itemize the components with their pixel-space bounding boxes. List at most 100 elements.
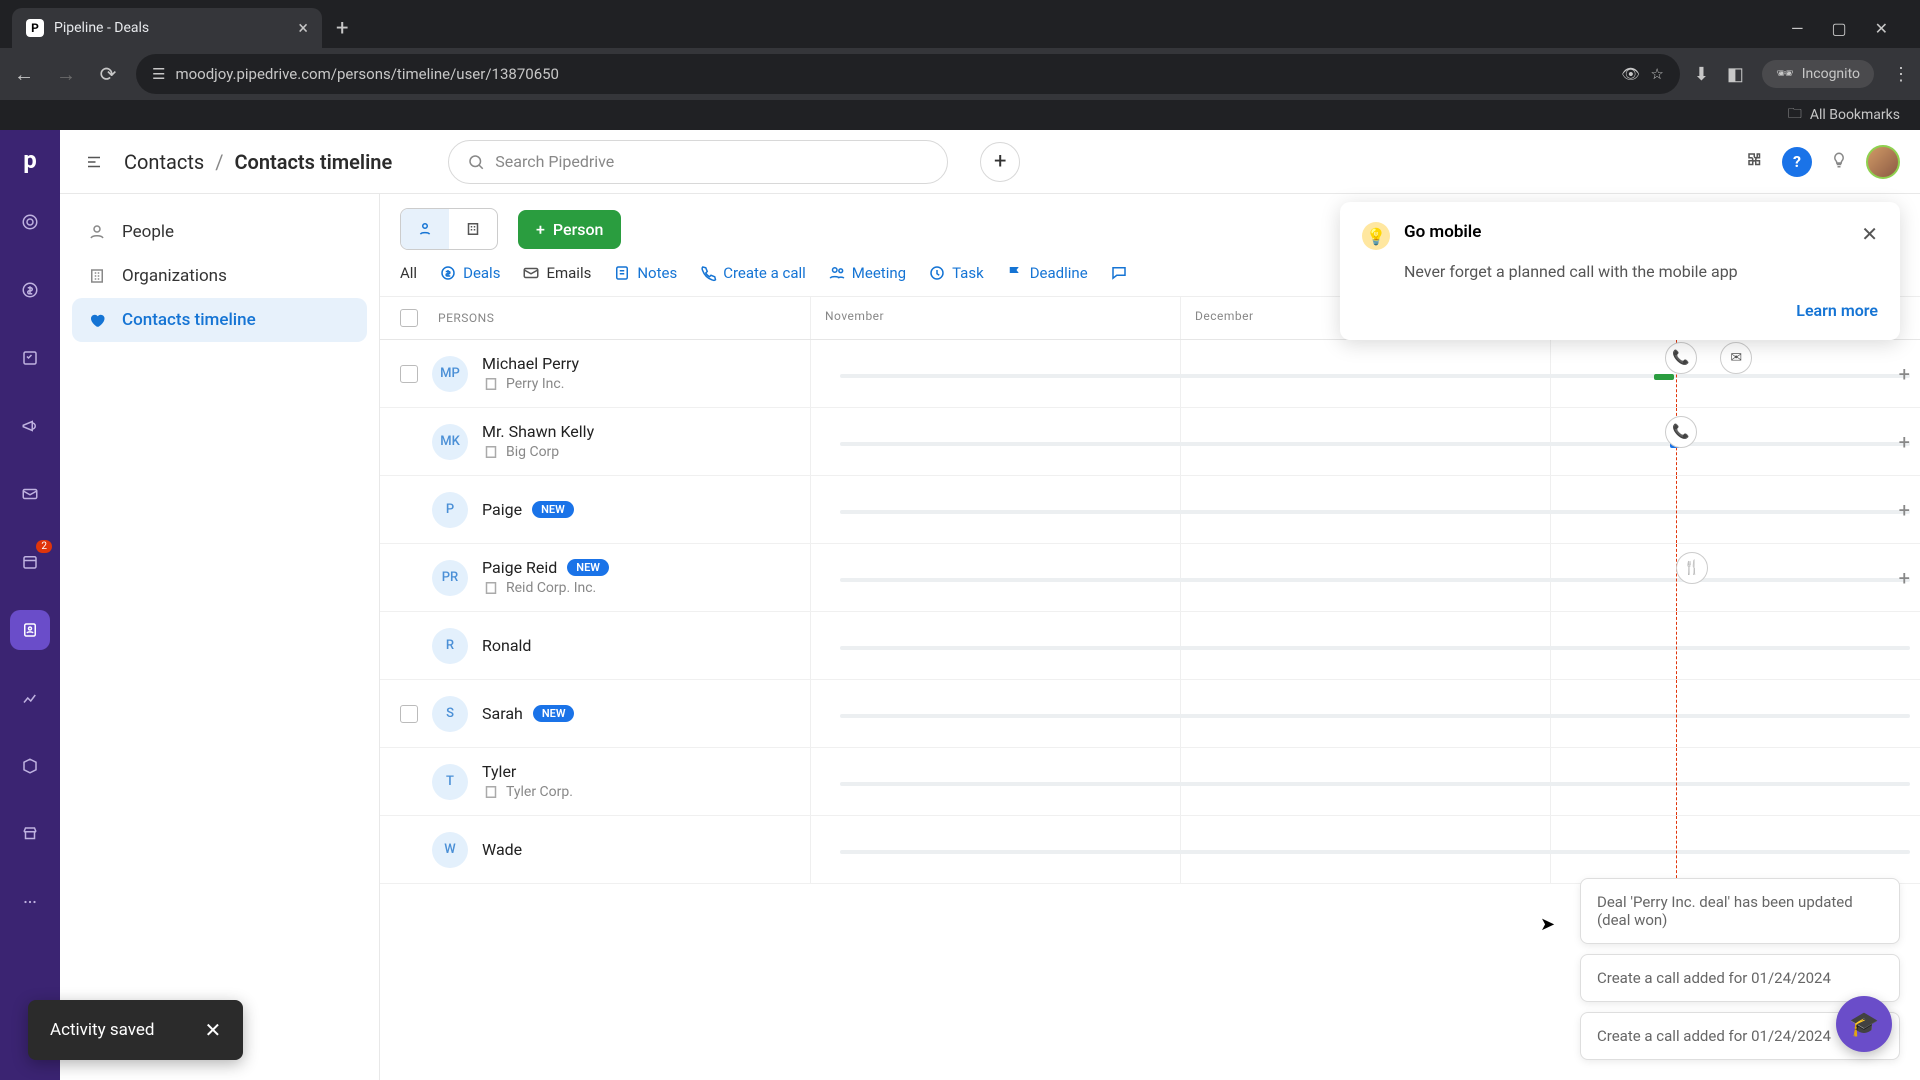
quick-add-button[interactable]: +: [980, 142, 1020, 182]
notification-toast[interactable]: Deal 'Perry Inc. deal' has been updated …: [1580, 878, 1900, 944]
promo-learn-more-link[interactable]: Learn more: [1362, 301, 1878, 320]
close-tab-icon[interactable]: ×: [298, 18, 308, 39]
person-name[interactable]: PaigeNEW: [482, 500, 574, 519]
person-timeline[interactable]: 🍴+: [810, 544, 1920, 611]
close-icon[interactable]: ✕: [205, 1018, 222, 1042]
back-button[interactable]: ←: [10, 60, 38, 88]
reload-button[interactable]: ⟳: [94, 60, 122, 88]
rail-contacts-icon[interactable]: [10, 610, 50, 650]
filter-emails[interactable]: Emails: [522, 264, 591, 282]
filter-deals[interactable]: Deals: [439, 264, 500, 282]
tab-title: Pipeline - Deals: [54, 20, 288, 36]
person-timeline[interactable]: [810, 612, 1920, 679]
close-window-icon[interactable]: ✕: [1875, 19, 1888, 38]
extensions-icon[interactable]: [1746, 151, 1764, 173]
person-timeline[interactable]: +: [810, 476, 1920, 543]
notification-toast[interactable]: Create a call added for 01/24/2024: [1580, 954, 1900, 1002]
person-name[interactable]: Tyler: [482, 762, 573, 781]
incognito-chip[interactable]: 🕶 Incognito: [1762, 60, 1874, 88]
filter-task[interactable]: Task: [928, 264, 984, 282]
rail-target-icon[interactable]: [10, 202, 50, 242]
rail-calendar-icon[interactable]: 2: [10, 542, 50, 582]
filter-meeting[interactable]: Meeting: [828, 264, 906, 282]
person-row[interactable]: TTylerTyler Corp.: [380, 748, 1920, 816]
person-row[interactable]: RRonald: [380, 612, 1920, 680]
side-panel-icon[interactable]: ◧: [1727, 64, 1744, 85]
person-row[interactable]: PRPaige ReidNEWReid Corp. Inc.🍴+: [380, 544, 1920, 612]
today-marker: [1676, 816, 1677, 883]
incognito-icon: 🕶: [1776, 66, 1794, 82]
rail-megaphone-icon[interactable]: [10, 406, 50, 446]
view-person-button[interactable]: [401, 209, 449, 249]
row-checkbox[interactable]: [400, 705, 418, 723]
search-input[interactable]: Search Pipedrive: [448, 140, 948, 184]
user-avatar[interactable]: [1866, 145, 1900, 179]
add-activity-button[interactable]: +: [1899, 566, 1910, 590]
person-row[interactable]: SSarahNEW: [380, 680, 1920, 748]
breadcrumb-root[interactable]: Contacts: [124, 150, 204, 174]
all-bookmarks-button[interactable]: All Bookmarks: [1810, 107, 1900, 123]
activity-marker[interactable]: 🍴: [1676, 552, 1708, 584]
filter-all[interactable]: All: [400, 264, 417, 282]
person-name[interactable]: Ronald: [482, 636, 531, 655]
person-row[interactable]: WWade: [380, 816, 1920, 884]
site-settings-icon[interactable]: ☰: [152, 65, 165, 83]
filter-more[interactable]: [1110, 264, 1128, 282]
person-row[interactable]: MKMr. Shawn KellyBig Corp📞+: [380, 408, 1920, 476]
person-timeline[interactable]: [810, 816, 1920, 883]
person-name[interactable]: Mr. Shawn Kelly: [482, 422, 594, 441]
select-all-checkbox[interactable]: [400, 309, 418, 327]
person-timeline[interactable]: [810, 748, 1920, 815]
add-activity-button[interactable]: +: [1899, 430, 1910, 454]
bulb-icon[interactable]: [1830, 151, 1848, 173]
close-icon[interactable]: ✕: [1861, 222, 1878, 246]
add-activity-button[interactable]: +: [1899, 498, 1910, 522]
collapse-sidebar-icon[interactable]: [80, 148, 108, 176]
person-timeline[interactable]: [810, 680, 1920, 747]
tab-bar: P Pipeline - Deals × + — ▢ ✕: [0, 0, 1920, 48]
sidebar-item-label: Contacts timeline: [122, 310, 256, 330]
sidebar-item-timeline[interactable]: Contacts timeline: [72, 298, 367, 342]
activity-marker[interactable]: 📞: [1665, 342, 1697, 374]
view-org-button[interactable]: [449, 209, 497, 249]
person-name[interactable]: Michael Perry: [482, 354, 579, 373]
person-timeline[interactable]: 📞 ✉ +: [810, 340, 1920, 407]
person-row[interactable]: MPMichael PerryPerry Inc.📞✉+: [380, 340, 1920, 408]
person-timeline[interactable]: 📞+: [810, 408, 1920, 475]
activity-marker[interactable]: 📞: [1665, 416, 1697, 448]
menu-icon[interactable]: ⋮: [1892, 64, 1910, 85]
sidebar-item-organizations[interactable]: Organizations: [72, 254, 367, 298]
rail-dollar-icon[interactable]: [10, 270, 50, 310]
filter-deadline[interactable]: Deadline: [1006, 264, 1088, 282]
add-person-button[interactable]: + Person: [518, 210, 621, 249]
logo-icon[interactable]: p: [23, 146, 37, 174]
star-icon[interactable]: ☆: [1650, 65, 1663, 83]
timeline-track: [840, 374, 1910, 378]
add-activity-button[interactable]: +: [1899, 362, 1910, 386]
rail-marketplace-icon[interactable]: [10, 814, 50, 854]
person-name[interactable]: SarahNEW: [482, 704, 574, 723]
new-tab-button[interactable]: +: [326, 16, 358, 41]
filter-notes[interactable]: Notes: [613, 264, 677, 282]
rail-checklist-icon[interactable]: [10, 338, 50, 378]
minimize-icon[interactable]: —: [1791, 19, 1804, 38]
row-checkbox[interactable]: [400, 365, 418, 383]
person-org: Perry Inc.: [482, 375, 579, 393]
url-field[interactable]: ☰ moodjoy.pipedrive.com/persons/timeline…: [136, 54, 1680, 94]
activity-marker[interactable]: ✉: [1720, 342, 1752, 374]
help-icon[interactable]: ?: [1782, 147, 1812, 177]
help-fab[interactable]: 🎓: [1836, 996, 1892, 1052]
maximize-icon[interactable]: ▢: [1831, 19, 1846, 38]
person-name[interactable]: Paige ReidNEW: [482, 558, 609, 577]
download-icon[interactable]: ⬇: [1694, 64, 1709, 85]
filter-create-call[interactable]: Create a call: [699, 264, 806, 282]
rail-products-icon[interactable]: [10, 746, 50, 786]
browser-tab[interactable]: P Pipeline - Deals ×: [12, 8, 322, 48]
eye-off-icon[interactable]: 👁: [1621, 65, 1640, 83]
person-name[interactable]: Wade: [482, 840, 522, 859]
rail-insights-icon[interactable]: [10, 678, 50, 718]
person-row[interactable]: PPaigeNEW+: [380, 476, 1920, 544]
rail-mail-icon[interactable]: [10, 474, 50, 514]
rail-more-icon[interactable]: [10, 882, 50, 922]
sidebar-item-people[interactable]: People: [72, 210, 367, 254]
